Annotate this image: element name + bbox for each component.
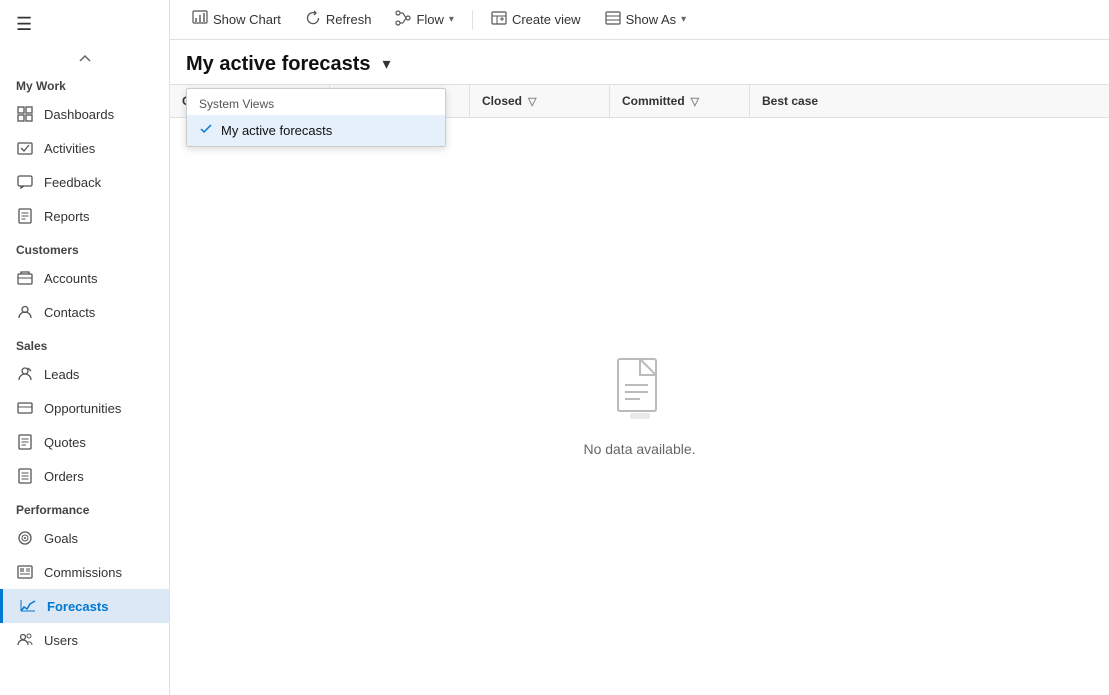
refresh-button[interactable]: Refresh (295, 5, 382, 34)
show-chart-button[interactable]: Show Chart (182, 5, 291, 34)
sidebar-reports-label: Reports (44, 209, 90, 224)
col-header-best-case[interactable]: Best case (750, 85, 1109, 117)
users-icon (16, 631, 34, 649)
section-my-work: My Work (0, 69, 169, 97)
toolbar: Show Chart Refresh (170, 0, 1109, 40)
sidebar-item-forecasts[interactable]: Forecasts (0, 589, 169, 623)
reports-icon (16, 207, 34, 225)
col-header-closed[interactable]: Closed ▽ (470, 85, 610, 117)
col-committed-label: Committed (622, 94, 685, 108)
sidebar-accounts-label: Accounts (44, 271, 97, 286)
sidebar-item-contacts[interactable]: Contacts (0, 295, 169, 329)
show-chart-label: Show Chart (213, 12, 281, 27)
sidebar-item-quotes[interactable]: Quotes (0, 425, 169, 459)
dropdown-item-icon (199, 122, 213, 139)
sidebar-item-feedback[interactable]: Feedback (0, 165, 169, 199)
sidebar-opportunities-label: Opportunities (44, 401, 121, 416)
show-as-label: Show As (626, 12, 677, 27)
content-header: My active forecasts ▾ (170, 40, 1109, 84)
orders-icon (16, 467, 34, 485)
col-closed-filter-icon[interactable]: ▽ (528, 95, 536, 108)
col-committed-filter-icon[interactable]: ▽ (691, 95, 699, 108)
sidebar-contacts-label: Contacts (44, 305, 95, 320)
sidebar-commissions-label: Commissions (44, 565, 122, 580)
show-as-icon (605, 10, 621, 29)
sidebar-scroll-up[interactable] (0, 49, 169, 69)
show-as-chevron-icon: ▾ (681, 14, 686, 25)
dropdown-item-my-active-forecasts[interactable]: My active forecasts (187, 115, 445, 146)
sidebar-activities-label: Activities (44, 141, 95, 156)
sidebar-item-accounts[interactable]: Accounts (0, 261, 169, 295)
sidebar-item-users[interactable]: Users (0, 623, 169, 657)
sidebar-item-commissions[interactable]: Commissions (0, 555, 169, 589)
contacts-icon (16, 303, 34, 321)
no-data-text: No data available. (583, 441, 695, 457)
forecasts-icon (19, 597, 37, 615)
page-title: My active forecasts (186, 53, 371, 76)
commissions-icon (16, 563, 34, 581)
no-data-document-icon (610, 357, 670, 427)
sidebar-users-label: Users (44, 633, 78, 648)
create-view-icon (491, 10, 507, 29)
create-view-button[interactable]: Create view (481, 5, 591, 34)
opportunities-icon (16, 399, 34, 417)
sidebar-item-goals[interactable]: Goals (0, 521, 169, 555)
sidebar-item-orders[interactable]: Orders (0, 459, 169, 493)
flow-chevron-icon: ▾ (449, 14, 454, 25)
sidebar-item-activities[interactable]: Activities (0, 131, 169, 165)
dropdown-section-label: System Views (187, 89, 445, 115)
flow-label: Flow (416, 12, 443, 27)
flow-icon (395, 10, 411, 29)
section-performance: Performance (0, 493, 169, 521)
hamburger-icon[interactable]: ☰ (0, 0, 169, 49)
show-as-button[interactable]: Show As ▾ (595, 5, 697, 34)
create-view-label: Create view (512, 12, 581, 27)
accounts-icon (16, 269, 34, 287)
grid-icon (16, 105, 34, 123)
col-closed-label: Closed (482, 94, 522, 108)
col-header-committed[interactable]: Committed ▽ (610, 85, 750, 117)
section-sales: Sales (0, 329, 169, 357)
sidebar-quotes-label: Quotes (44, 435, 86, 450)
sidebar-feedback-label: Feedback (44, 175, 101, 190)
feedback-icon (16, 173, 34, 191)
sidebar-item-opportunities[interactable]: Opportunities (0, 391, 169, 425)
sidebar-goals-label: Goals (44, 531, 78, 546)
activities-icon (16, 139, 34, 157)
sidebar-orders-label: Orders (44, 469, 84, 484)
refresh-icon (305, 10, 321, 29)
content-area: My active forecasts ▾ System Views My ac… (170, 40, 1109, 695)
show-chart-icon (192, 10, 208, 29)
dropdown-item-label: My active forecasts (221, 123, 332, 138)
sidebar-item-dashboards[interactable]: Dashboards (0, 97, 169, 131)
toolbar-separator-1 (472, 10, 473, 30)
leads-icon (16, 365, 34, 383)
title-dropdown-button[interactable]: ▾ (379, 52, 395, 76)
sidebar-leads-label: Leads (44, 367, 79, 382)
goals-icon (16, 529, 34, 547)
sidebar-forecasts-label: Forecasts (47, 599, 108, 614)
col-bestcase-label: Best case (762, 94, 818, 108)
view-dropdown: System Views My active forecasts (186, 88, 446, 147)
refresh-label: Refresh (326, 12, 372, 27)
no-data-area: No data available. (170, 118, 1109, 695)
flow-button[interactable]: Flow ▾ (385, 5, 463, 34)
sidebar-dashboards-label: Dashboards (44, 107, 114, 122)
sidebar-item-reports[interactable]: Reports (0, 199, 169, 233)
section-customers: Customers (0, 233, 169, 261)
main-area: Show Chart Refresh (170, 0, 1109, 695)
quotes-icon (16, 433, 34, 451)
sidebar-item-leads[interactable]: Leads (0, 357, 169, 391)
sidebar: ☰ My Work Dashboards Activities (0, 0, 170, 695)
